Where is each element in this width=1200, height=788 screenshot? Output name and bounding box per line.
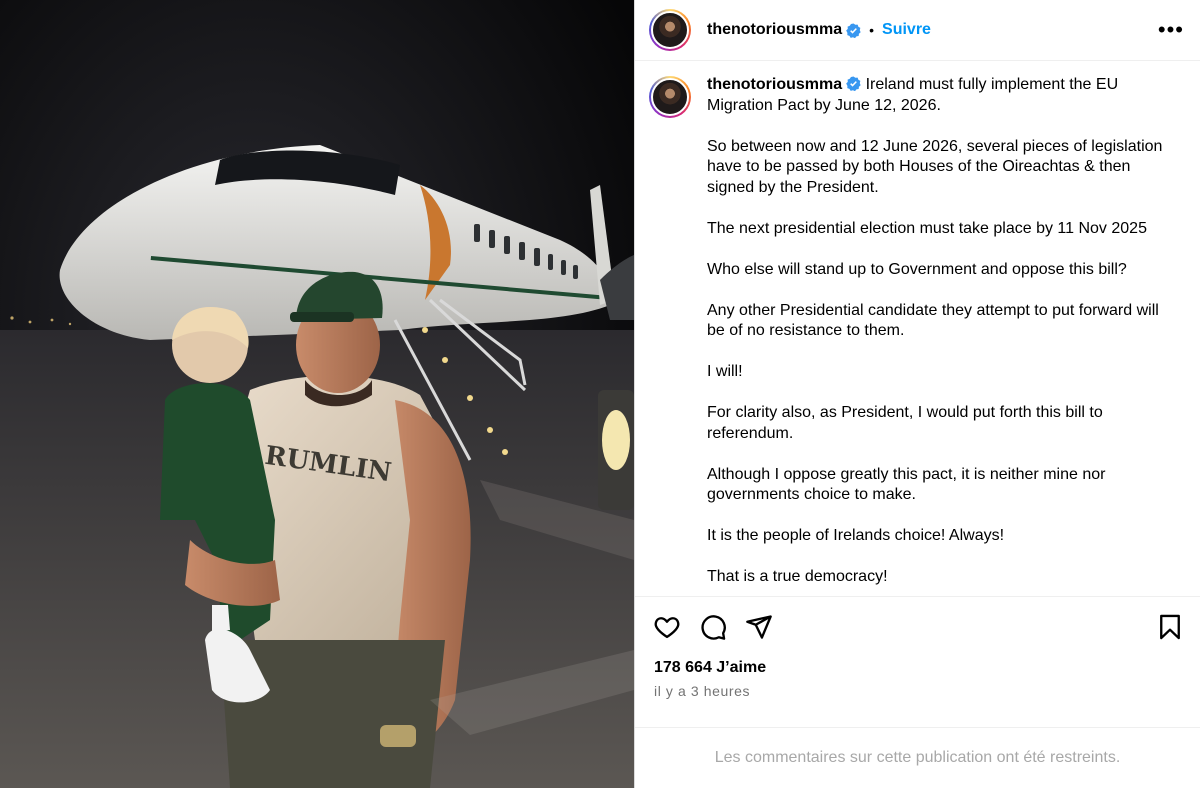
avatar-image	[651, 78, 689, 116]
instagram-post: RUMLIN thenotoriousmma • Suivre ••• then…	[0, 0, 1200, 788]
like-count[interactable]: 178 664 J’aime	[635, 659, 1200, 677]
comment-icon[interactable]	[699, 613, 727, 641]
caption-paragraph: Who else will stand up to Government and…	[707, 260, 1127, 278]
comments-restricted-notice: Les commentaires sur cette publication o…	[635, 727, 1200, 788]
post-header: thenotoriousmma • Suivre •••	[635, 0, 1200, 61]
post-timestamp[interactable]: il y a 3 heures	[635, 683, 1200, 699]
caption-paragraph: It is the people of Irelands choice! Alw…	[707, 527, 1005, 544]
caption-paragraph: For clarity also, as President, I would …	[707, 404, 1103, 442]
caption-paragraph: The next presidential election must take…	[707, 219, 1147, 237]
heart-icon[interactable]	[653, 613, 681, 641]
bookmark-icon[interactable]	[1156, 613, 1184, 641]
share-icon[interactable]	[745, 613, 773, 641]
separator-dot: •	[869, 22, 875, 38]
post-caption: thenotoriousmma Ireland must fully imple…	[707, 75, 1167, 596]
caption-paragraph: thenotoriousmma Ireland must fully imple…	[707, 75, 1167, 116]
photo-illustration: RUMLIN	[0, 0, 634, 788]
caption-username[interactable]: thenotoriousmma	[707, 76, 842, 93]
more-options-icon[interactable]: •••	[1158, 19, 1184, 41]
follow-button[interactable]: Suivre	[882, 21, 931, 39]
caption-paragraph: I will!	[707, 363, 743, 380]
avatar-image	[651, 11, 689, 49]
caption-author-avatar[interactable]	[649, 76, 691, 118]
caption-section: thenotoriousmma Ireland must fully imple…	[635, 61, 1200, 597]
action-bar	[635, 597, 1200, 657]
caption-paragraph: Any other Presidential candidate they at…	[707, 301, 1159, 340]
caption-paragraph: Although I oppose greatly this pact, it …	[707, 465, 1106, 504]
verified-badge-icon	[846, 22, 861, 38]
author-username[interactable]: thenotoriousmma	[707, 21, 842, 39]
verified-badge-icon	[846, 76, 861, 92]
post-sidebar: thenotoriousmma • Suivre ••• thenotoriou…	[634, 0, 1200, 788]
post-photo[interactable]: RUMLIN	[0, 0, 634, 788]
caption-paragraph: So between now and 12 June 2026, several…	[707, 137, 1163, 196]
caption-paragraph: That is a true democracy!	[707, 568, 888, 585]
author-avatar[interactable]	[649, 9, 691, 51]
